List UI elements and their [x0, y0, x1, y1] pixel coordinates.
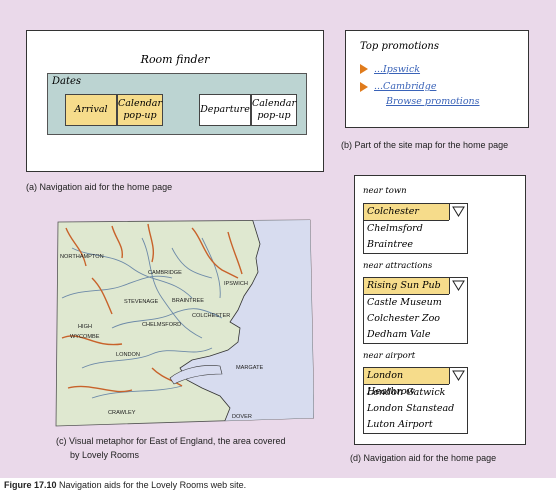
list-item[interactable]: Castle Museum	[364, 295, 467, 311]
near-airport-label: near airport	[363, 351, 416, 361]
list-item[interactable]: Colchester Zoo	[364, 311, 467, 327]
caption-c-line1: (c) Visual metaphor for East of England,…	[56, 436, 286, 446]
place-ipswich: IPSWICH	[224, 281, 248, 287]
room-finder-title: Room finder	[140, 53, 210, 66]
browse-promotions-link[interactable]: Browse promotions	[386, 96, 480, 107]
place-margate: MARGATE	[236, 365, 264, 371]
place-london: LONDON	[116, 352, 140, 358]
dates-label: Dates	[52, 76, 82, 87]
list-item[interactable]: London Stanstead	[364, 401, 467, 417]
place-dover: DOVER	[232, 414, 252, 420]
list-item[interactable]: Chelmsford	[364, 221, 467, 237]
dropdown-arrow-icon[interactable]	[449, 204, 467, 220]
top-promotions-title: Top promotions	[360, 41, 440, 52]
near-attractions-dropdown[interactable]: Rising Sun Pub Castle Museum Colchester …	[363, 277, 468, 344]
arrival-field[interactable]: Arrival	[65, 94, 117, 126]
caption-a: (a) Navigation aid for the home page	[26, 182, 173, 192]
place-wycombe: WYCOMBE	[70, 334, 100, 340]
list-item-selected[interactable]: London Heathrow	[364, 368, 449, 397]
departure-field[interactable]: Departure	[199, 94, 251, 126]
caption-c-line2: by Lovely Rooms	[70, 450, 140, 460]
near-town-label: near town	[363, 186, 407, 196]
near-airport-dropdown[interactable]: London Heathrow London Gatwick London St…	[363, 367, 468, 434]
promo-link-cambridge[interactable]: ...Cambridge	[374, 81, 436, 92]
departure-calendar-popup[interactable]: Calendar pop-up	[251, 94, 297, 126]
place-northampton: NORTHAMPTON	[60, 254, 104, 260]
site-map-sketch: Top promotions ...Ipswick ...Cambridge B…	[345, 30, 529, 128]
list-item-selected[interactable]: Colchester	[364, 204, 449, 221]
figure-label: Figure 17.10	[4, 480, 57, 490]
place-stevenage: STEVENAGE	[124, 299, 158, 305]
place-chelmsford: CHELMSFORD	[142, 322, 181, 328]
list-item-selected[interactable]: Rising Sun Pub	[364, 278, 449, 295]
figure-caption: Figure 17.10 Navigation aids for the Lov…	[4, 480, 246, 490]
place-crawley: CRAWLEY	[108, 410, 136, 416]
list-item[interactable]: Luton Airport	[364, 417, 467, 433]
caption-d: (d) Navigation aid for the home page	[350, 453, 497, 463]
list-item[interactable]: London Gatwick	[364, 385, 467, 401]
caption-b: (b) Part of the site map for the home pa…	[341, 140, 509, 150]
room-finder-sketch: Room finder Dates Arrival Calendar pop-u…	[26, 30, 324, 172]
dropdown-arrow-icon[interactable]	[449, 368, 467, 384]
figure-text: Navigation aids for the Lovely Rooms web…	[59, 480, 247, 490]
list-item[interactable]: Dedham Vale	[364, 327, 467, 343]
dropdown-arrow-icon[interactable]	[449, 278, 467, 294]
promo-arrow-icon	[360, 64, 368, 74]
near-town-dropdown[interactable]: Colchester Chelmsford Braintree	[363, 203, 468, 254]
list-item[interactable]: Braintree	[364, 237, 467, 253]
promo-arrow-icon	[360, 82, 368, 92]
place-braintree: BRAINTREE	[172, 298, 204, 304]
east-of-england-map: NORTHAMPTON CAMBRIDGE IPSWICH STEVENAGE …	[55, 219, 314, 427]
place-high: HIGH	[78, 324, 92, 330]
near-attractions-label: near attractions	[363, 261, 433, 271]
location-dropdowns-sketch: near town Colchester Chelmsford Braintre…	[354, 175, 526, 445]
place-colchester: COLCHESTER	[192, 313, 230, 319]
place-cambridge: CAMBRIDGE	[148, 270, 182, 276]
arrival-calendar-popup[interactable]: Calendar pop-up	[117, 94, 163, 126]
dates-group: Dates Arrival Calendar pop-up Departure …	[47, 73, 307, 135]
promo-link-ipswick[interactable]: ...Ipswick	[374, 64, 420, 75]
